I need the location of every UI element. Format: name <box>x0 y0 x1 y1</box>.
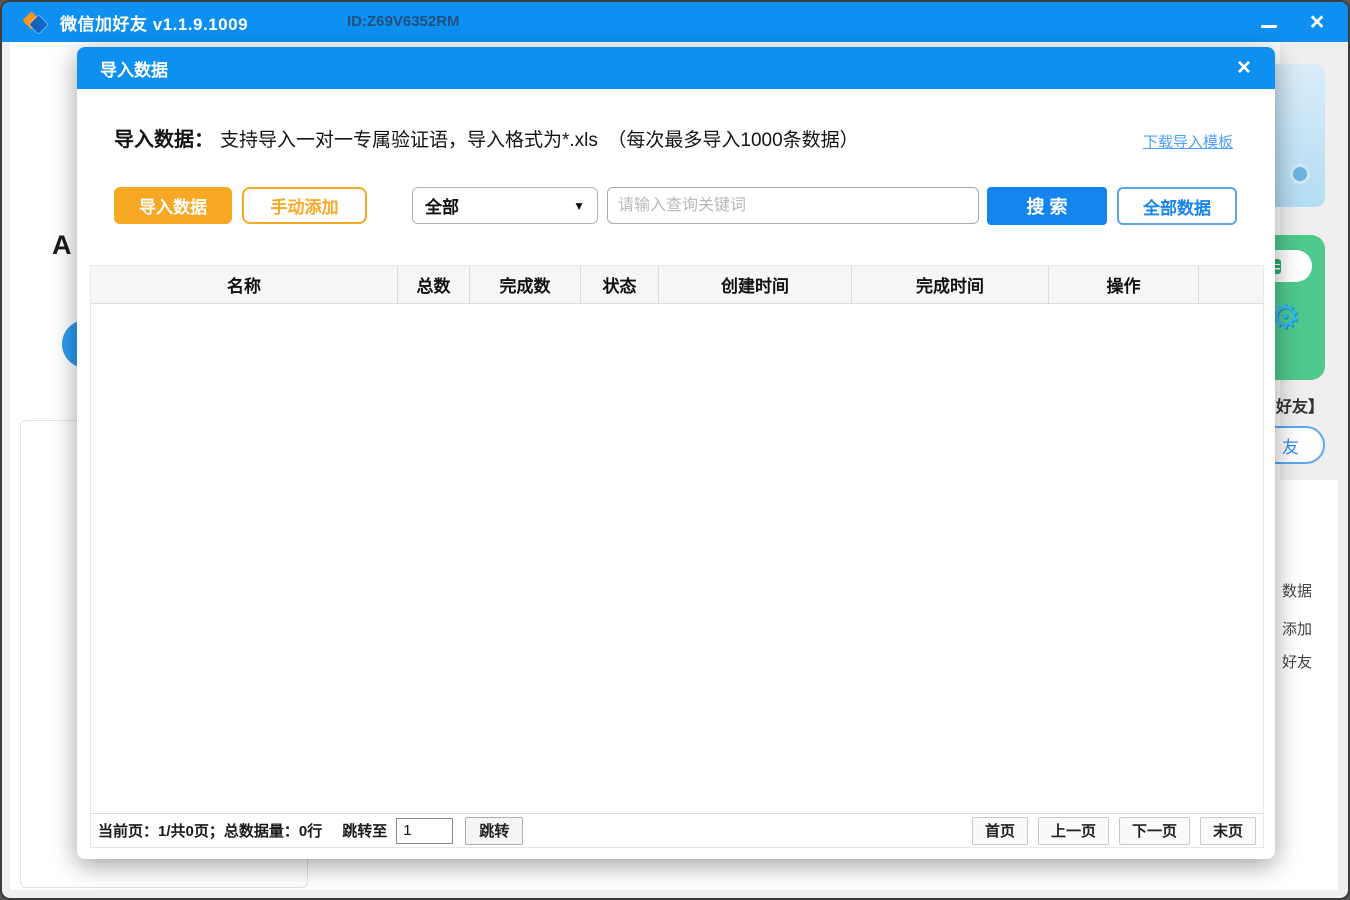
jump-to-label: 跳转至 <box>342 820 387 841</box>
import-data-button[interactable]: 导入数据 <box>114 187 232 224</box>
modal-title: 导入数据 <box>100 56 168 81</box>
prev-page-button[interactable]: 上一页 <box>1038 817 1109 845</box>
close-icon: × <box>1310 10 1325 35</box>
filter-dropdown[interactable]: 全部 ▼ <box>412 187 598 224</box>
column-header-status: 状态 <box>581 266 659 303</box>
table-header-row: 名称 总数 完成数 状态 创建时间 完成时间 操作 <box>91 266 1263 304</box>
column-header-name: 名称 <box>91 266 398 303</box>
background-menu-fragment: 好友 <box>1282 651 1312 672</box>
all-data-button[interactable]: 全部数据 <box>1117 187 1237 225</box>
minimize-icon <box>1261 25 1277 28</box>
next-page-button[interactable]: 下一页 <box>1119 817 1190 845</box>
background-menu-fragment: 添加 <box>1282 618 1312 639</box>
pagination-bar: 当前页：1/共0页；总数据量：0行 跳转至 跳转 首页 上一页 下一页 末页 <box>91 813 1263 847</box>
screen: A ⚙ 好友】 友 数据 添加 好友 微信加好友 v1.1.9.1009 ID:… <box>0 0 1350 900</box>
app-window: A ⚙ 好友】 友 数据 添加 好友 微信加好友 v1.1.9.1009 ID:… <box>0 0 1350 900</box>
search-button[interactable]: 搜 索 <box>987 187 1107 225</box>
jump-button[interactable]: 跳转 <box>465 817 523 845</box>
page-status-text: 当前页：1/共0页；总数据量：0行 <box>98 820 322 841</box>
jump-page-input[interactable] <box>396 818 453 844</box>
data-table: 名称 总数 完成数 状态 创建时间 完成时间 操作 当前页：1/共0页；总数据量… <box>90 265 1264 848</box>
modal-close-button[interactable]: × <box>1227 51 1261 85</box>
description-text: 支持导入一对一专属验证语，导入格式为*.xls （每次最多导入1000条数据） <box>220 130 859 151</box>
toolbar: 导入数据 手动添加 全部 ▼ 搜 索 全部数据 <box>77 187 1275 225</box>
window-title: 微信加好友 v1.1.9.1009 <box>60 10 248 35</box>
last-page-button[interactable]: 末页 <box>1200 817 1256 845</box>
description-row: 导入数据： 支持导入一对一专属验证语，导入格式为*.xls （每次最多导入1000… <box>114 123 1095 152</box>
column-header-created: 创建时间 <box>659 266 852 303</box>
minimize-button[interactable] <box>1252 5 1286 39</box>
column-header-completed: 完成数 <box>470 266 581 303</box>
import-data-modal: 导入数据 × 导入数据： 支持导入一对一专属验证语，导入格式为*.xls （每次最… <box>77 47 1275 859</box>
description-label: 导入数据： <box>114 129 214 151</box>
blue-dot-icon <box>1290 164 1310 184</box>
background-menu-fragment: 数据 <box>1282 580 1312 601</box>
column-header-total: 总数 <box>398 266 470 303</box>
first-page-button[interactable]: 首页 <box>972 817 1028 845</box>
download-template-link[interactable]: 下载导入模板 <box>1143 131 1233 152</box>
background-text-fragment: 好友】 <box>1276 393 1324 417</box>
search-input[interactable] <box>607 187 979 224</box>
window-titlebar: 微信加好友 v1.1.9.1009 ID:Z69V6352RM × <box>2 2 1348 42</box>
column-header-blank <box>1199 266 1263 303</box>
modal-header: 导入数据 × <box>77 47 1275 89</box>
chevron-down-icon: ▼ <box>573 199 585 213</box>
column-header-actions: 操作 <box>1049 266 1199 303</box>
background-right-panel <box>1280 480 1338 890</box>
app-logo-icon <box>24 10 48 34</box>
close-icon: × <box>1237 54 1251 82</box>
window-close-button[interactable]: × <box>1300 5 1334 39</box>
filter-selected-value: 全部 <box>425 193 573 218</box>
table-body-empty <box>91 304 1263 813</box>
window-id-label: ID:Z69V6352RM <box>347 13 460 30</box>
background-partial-letter: A <box>52 230 72 261</box>
manual-add-button[interactable]: 手动添加 <box>242 187 367 224</box>
column-header-finished: 完成时间 <box>852 266 1049 303</box>
